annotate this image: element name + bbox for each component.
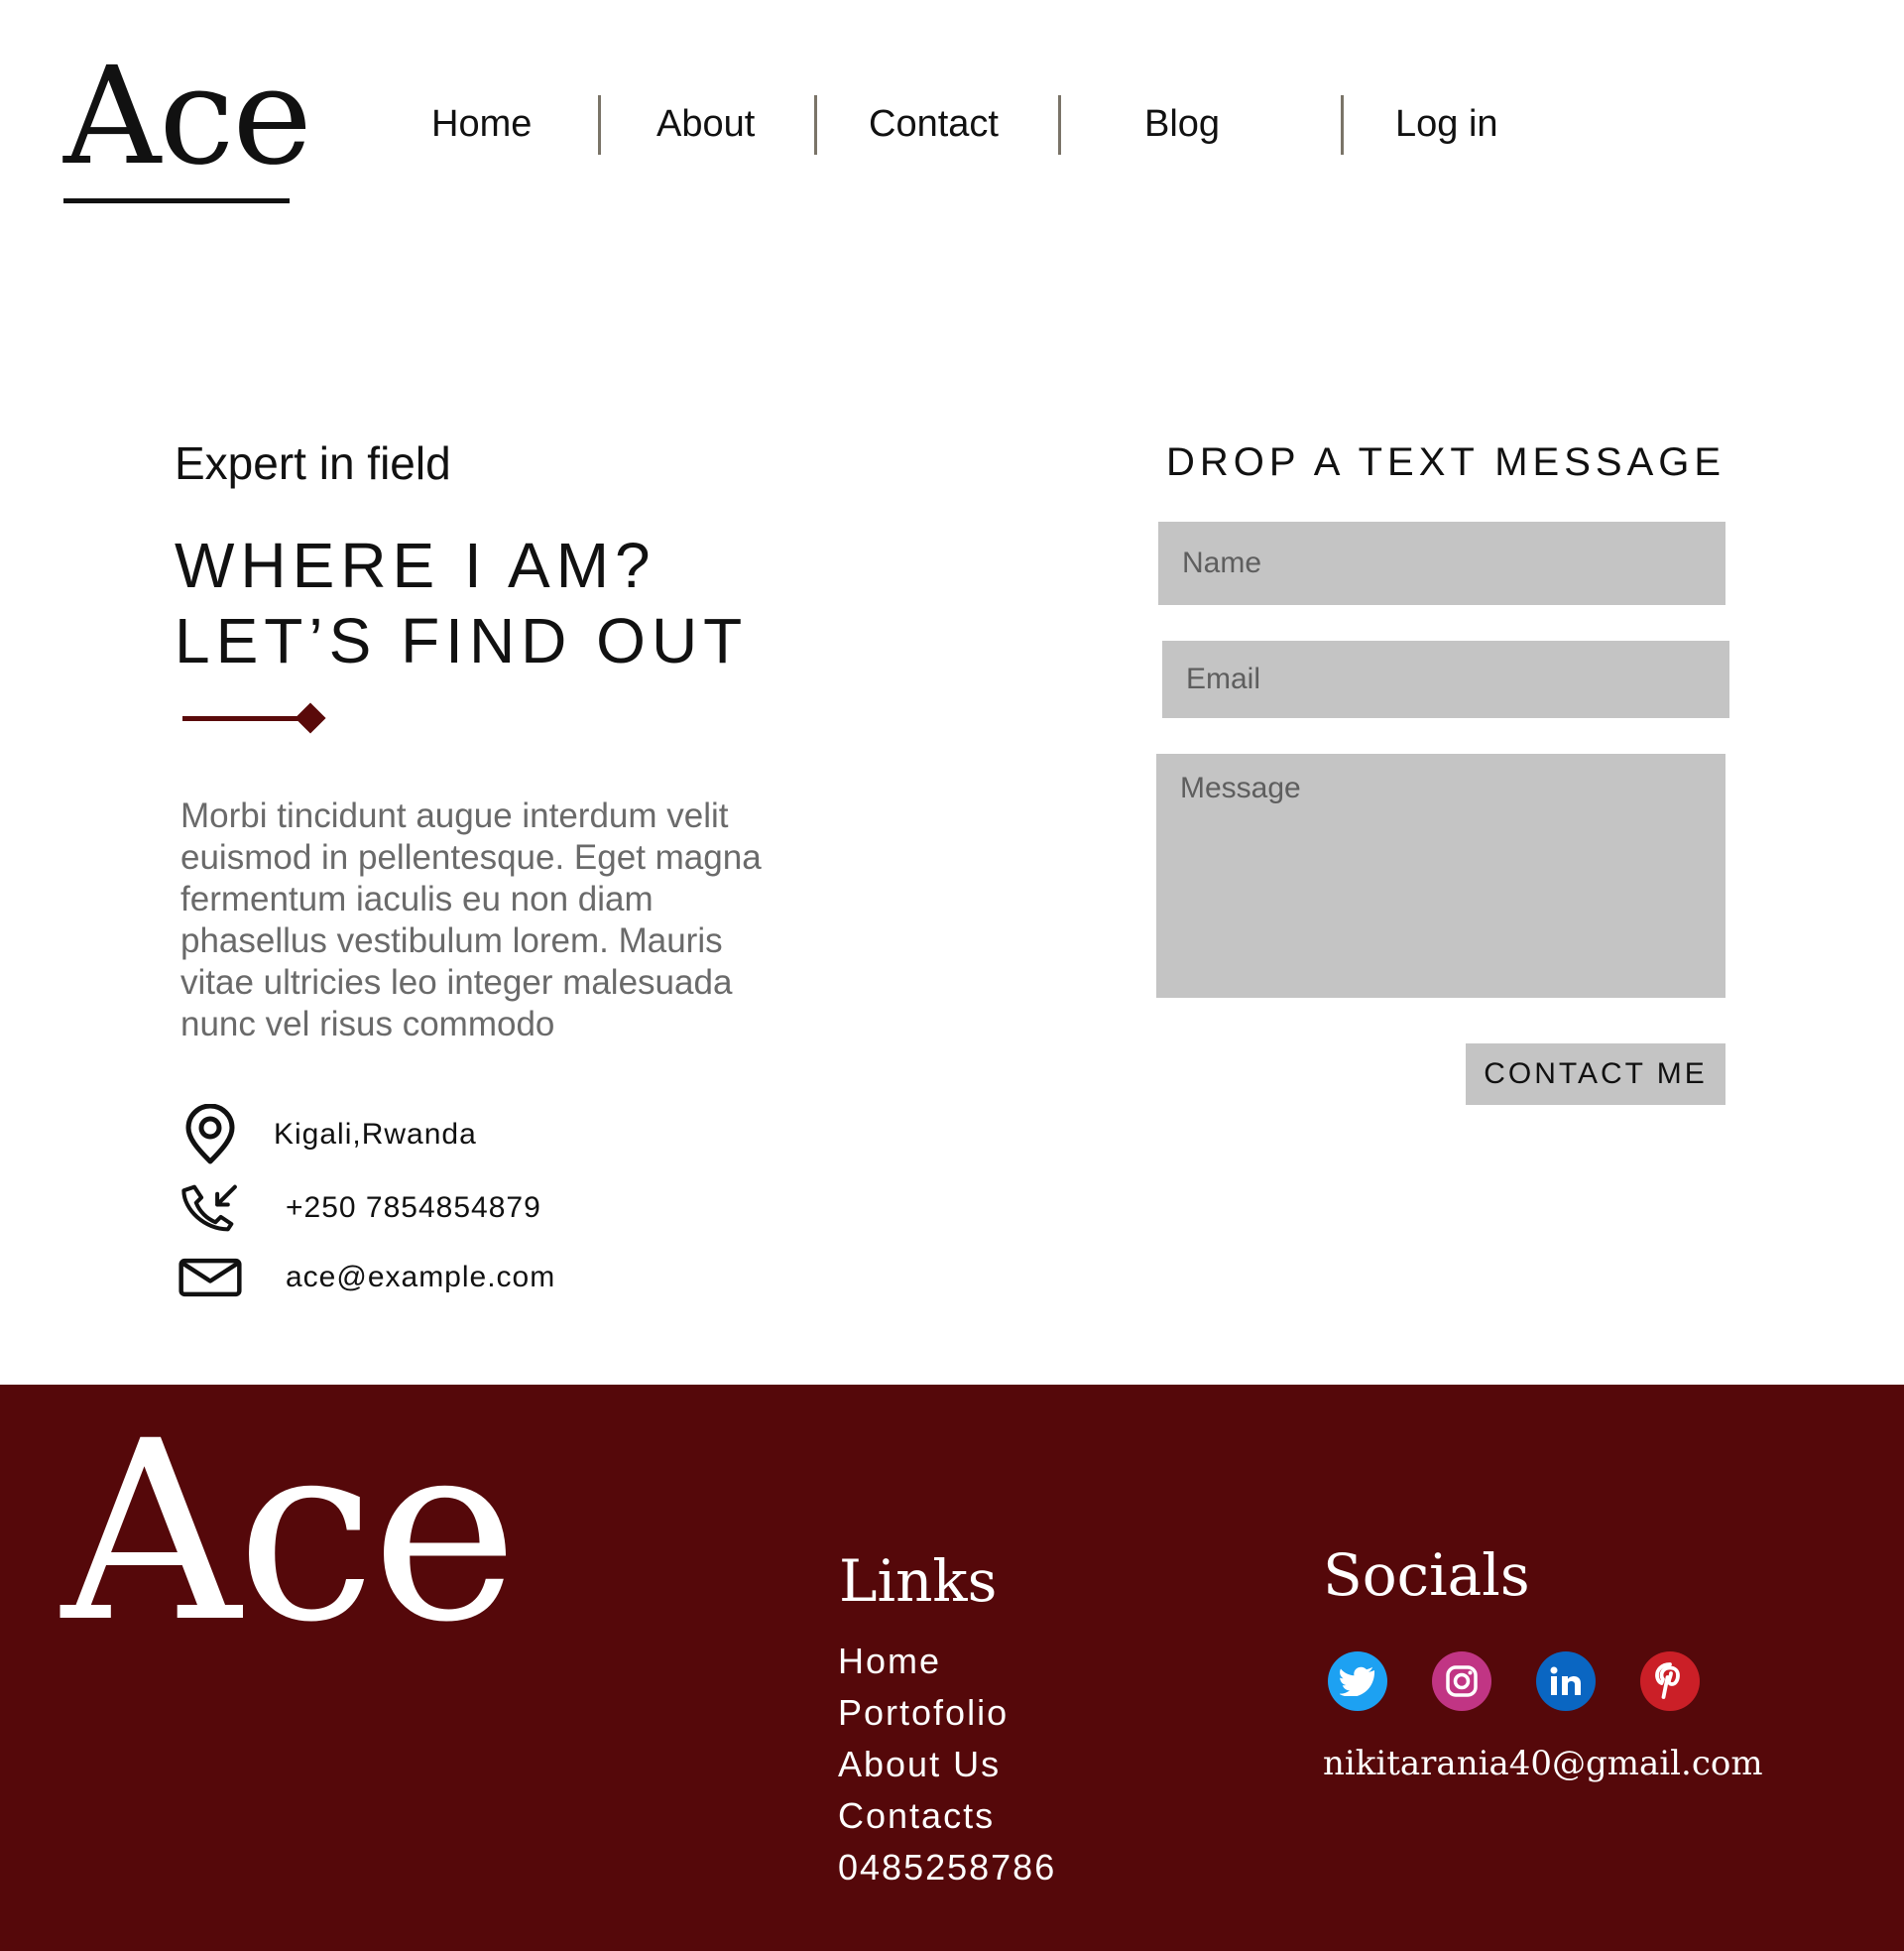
footer-link-contacts[interactable]: Contacts [838, 1795, 995, 1837]
logo-underline [63, 198, 290, 203]
phone-text[interactable]: +250 7854854879 [286, 1191, 541, 1225]
nav-home[interactable]: Home [431, 103, 532, 146]
contact-me-button[interactable]: CONTACT ME [1466, 1043, 1726, 1105]
linkedin-icon[interactable] [1536, 1651, 1596, 1711]
pinterest-icon[interactable] [1640, 1651, 1700, 1711]
headline-line-2: LET’S FIND OUT [175, 605, 749, 676]
nav-divider [598, 95, 601, 155]
headline-line-1: WHERE I AM? [175, 530, 656, 601]
name-field[interactable] [1158, 522, 1726, 605]
section-eyebrow: Expert in field [175, 437, 451, 489]
decorative-arrow-line [182, 716, 311, 721]
message-field[interactable] [1156, 754, 1726, 998]
contact-location: Kigali,Rwanda [178, 1103, 477, 1166]
twitter-icon[interactable] [1328, 1651, 1387, 1711]
footer-logo[interactable]: Ace [61, 1408, 519, 1656]
contact-email: ace@example.com [178, 1246, 555, 1309]
nav-about[interactable]: About [656, 103, 755, 146]
logo[interactable]: Ace [63, 50, 312, 184]
nav-divider [1058, 95, 1061, 155]
decorative-arrow-head [295, 702, 326, 734]
nav-divider [814, 95, 817, 155]
footer-email[interactable]: nikitarania40@gmail.com [1323, 1744, 1763, 1783]
footer-link-about-us[interactable]: About Us [838, 1744, 1001, 1785]
mail-icon [178, 1246, 242, 1309]
location-pin-icon [178, 1103, 242, 1166]
form-title: DROP A TEXT MESSAGE [1166, 440, 1726, 484]
instagram-icon[interactable] [1432, 1651, 1491, 1711]
contact-phone: +250 7854854879 [178, 1176, 541, 1240]
email-text[interactable]: ace@example.com [286, 1261, 555, 1294]
footer-link-portfolio[interactable]: Portofolio [838, 1692, 1009, 1734]
nav-divider [1341, 95, 1344, 155]
phone-icon [178, 1176, 242, 1240]
nav-login[interactable]: Log in [1395, 103, 1498, 146]
intro-paragraph: Morbi tincidunt augue interdum velit eui… [180, 796, 762, 1043]
footer-links-title: Links [839, 1547, 998, 1615]
location-text: Kigali,Rwanda [274, 1118, 477, 1151]
nav-contact[interactable]: Contact [869, 103, 999, 146]
footer-socials-title: Socials [1323, 1541, 1530, 1609]
nav-blog[interactable]: Blog [1144, 103, 1220, 146]
footer-link-home[interactable]: Home [838, 1641, 941, 1682]
page-title: WHERE I AM? LET’S FIND OUT [175, 528, 748, 678]
footer-phone[interactable]: 0485258786 [838, 1847, 1056, 1889]
email-field[interactable] [1162, 641, 1729, 718]
